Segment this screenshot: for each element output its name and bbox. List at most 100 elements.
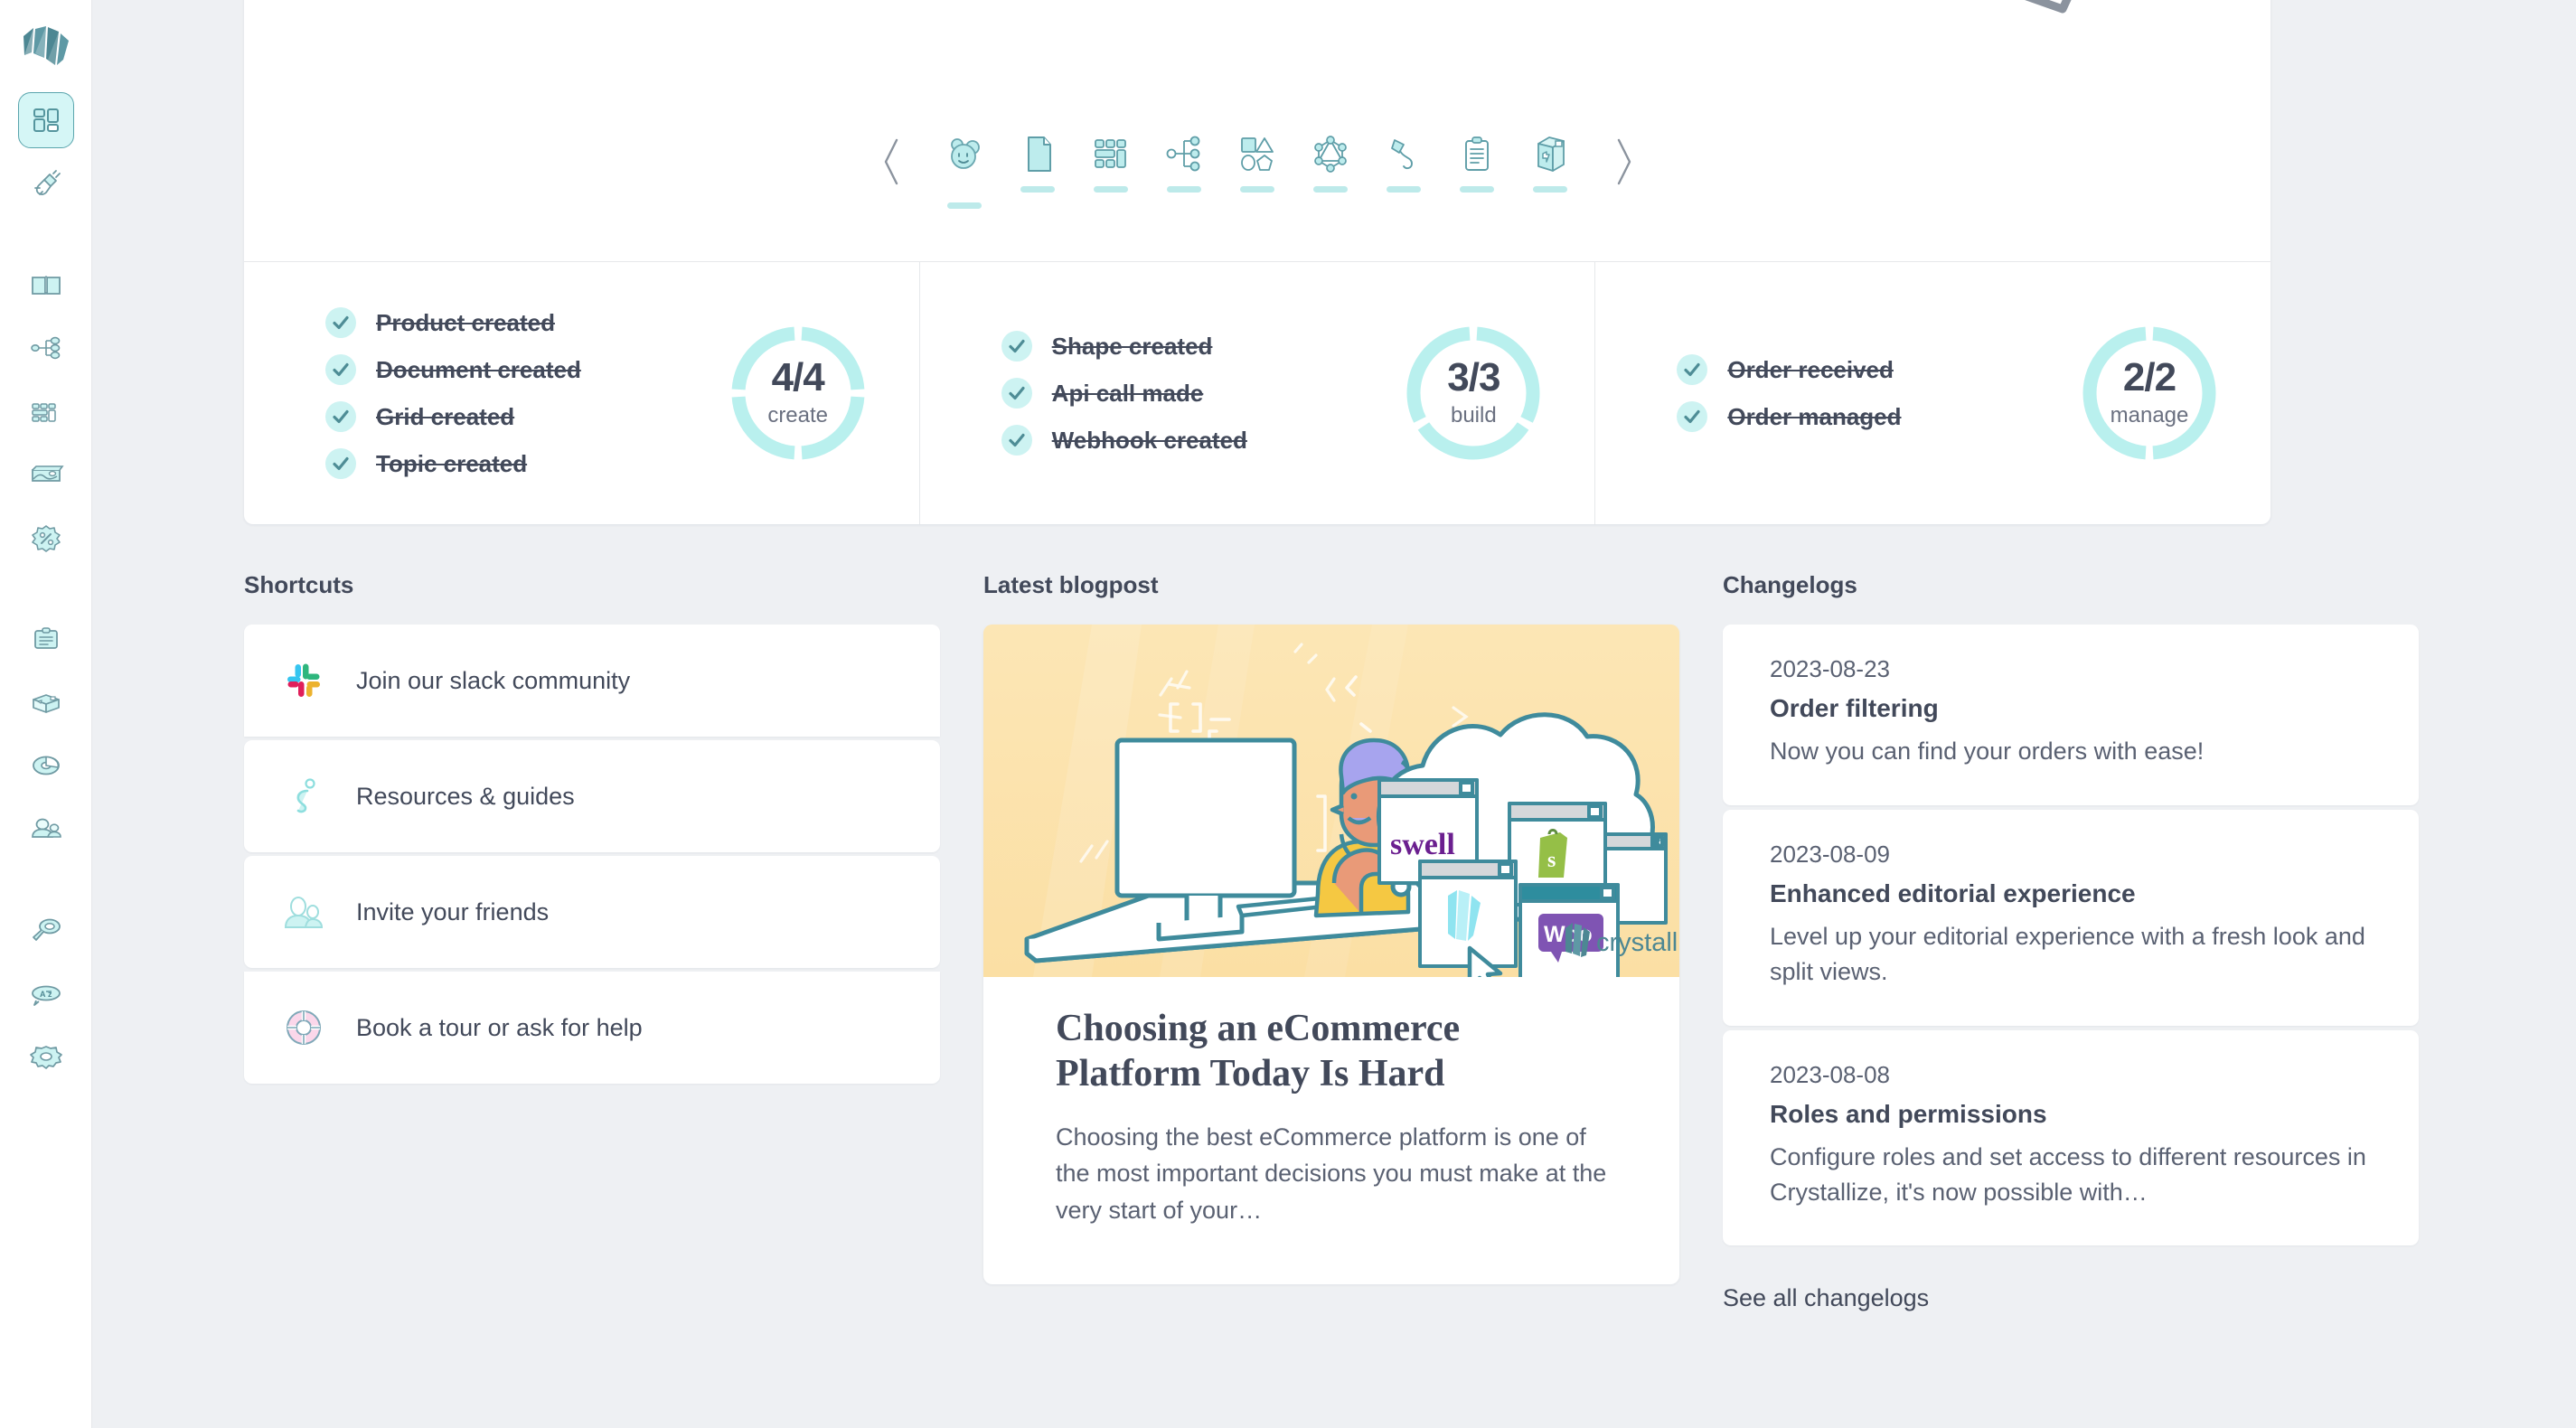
blogpost-card[interactable]: x swell s crystall Choosing an eCommerce… (983, 625, 1679, 1285)
onboarding-task[interactable]: Webhook created (1001, 425, 1400, 456)
onboarding-task[interactable]: Order managed (1677, 401, 2075, 432)
onboarding-task[interactable]: Document created (325, 354, 724, 385)
tab-graphql[interactable] (1294, 130, 1368, 193)
pie-chart-icon (32, 756, 60, 775)
sidebar-item-analytics[interactable] (18, 737, 74, 794)
blogpost-image: x swell s crystall (983, 625, 1679, 977)
sidebar-item-customers[interactable] (18, 801, 74, 857)
check-icon (1001, 378, 1032, 409)
blogpost-headline: Choosing an eCommerce Platform Today Is … (1056, 1008, 1461, 1095)
blogpost-section: Latest blogpost x swell s crystall Choos… (983, 571, 1679, 1312)
task-label: Product created (376, 308, 555, 336)
tab-grid[interactable] (1075, 130, 1148, 193)
tab-webhook[interactable] (1368, 130, 1441, 193)
onboarding-task[interactable]: Product created (325, 307, 724, 338)
discount-badge-icon (31, 525, 61, 552)
onboarding-column-manage: Order received Order managed 2/2 manage (1594, 262, 2270, 524)
chevron-right-icon (1617, 138, 1631, 185)
check-icon (1677, 401, 1708, 432)
shortcut-label: Resources & guides (356, 782, 575, 810)
sidebar-item-discounts[interactable] (18, 510, 74, 566)
life-ring-icon (282, 1006, 325, 1049)
changelog-description: Now you can find your orders with ease! (1770, 737, 2205, 765)
tab-product[interactable] (928, 130, 1001, 209)
onboarding-task[interactable]: Api call made (1001, 378, 1400, 409)
gear-icon (29, 1046, 62, 1069)
image-icon (31, 465, 64, 482)
sidebar-item-topics[interactable] (18, 320, 74, 376)
tab-shape[interactable] (1221, 130, 1294, 193)
question-mark-icon (282, 775, 325, 818)
sidebar-item-dashboard[interactable] (17, 92, 74, 148)
decorative-illustration (1954, 0, 2135, 77)
task-label: Document created (376, 355, 581, 383)
blogpost-title: Latest blogpost (983, 571, 1159, 598)
crystallize-logo[interactable] (18, 20, 74, 76)
progress-label: manage (2110, 403, 2189, 427)
sidebar-item-search[interactable] (18, 902, 74, 958)
onboarding-task[interactable]: Topic created (325, 448, 724, 479)
shortcuts-title: Shortcuts (244, 571, 354, 598)
progress-label: create (767, 403, 829, 427)
tab-indicator (1094, 186, 1128, 193)
changelog-description: Configure roles and set access to differ… (1770, 1142, 2366, 1206)
tab-indicator (1460, 186, 1494, 193)
shortcut-item-people[interactable]: Invite your friends (244, 856, 940, 968)
onboarding-column-create: Product created Document created Grid crea… (244, 262, 919, 524)
sidebar-item-shipping[interactable] (18, 674, 74, 730)
sidebar-item-translations[interactable]: A z (18, 965, 74, 1021)
check-icon (325, 401, 356, 432)
onboarding-task[interactable]: Shape created (1001, 331, 1400, 362)
task-label: Order received (1727, 355, 1894, 383)
task-list: Shape created Api call made Webhook create… (1001, 315, 1400, 472)
donut-center: 2/2 manage (2075, 319, 2223, 467)
changelog-item[interactable]: 2023-08-09 Enhanced editorial experience L… (1723, 809, 2419, 1026)
donut-center: 3/3 build (1399, 319, 1547, 467)
blogpost-excerpt: Choosing the best eCommerce platform is … (1056, 1123, 1607, 1224)
changelog-title: Roles and permissions (1770, 1099, 2047, 1128)
onboarding-task[interactable]: Order received (1677, 354, 2075, 385)
check-icon (325, 448, 356, 479)
see-all-changelogs-link[interactable]: See all changelogs (1723, 1284, 1929, 1312)
people-icon (31, 818, 61, 838)
progress-donut-build: 3/3 build (1399, 319, 1547, 467)
changelog-item[interactable]: 2023-08-08 Roles and permissions Configure… (1723, 1029, 2419, 1246)
tab-indicator (1533, 186, 1567, 193)
grid-icon (1090, 130, 1132, 177)
topic-tree-icon (30, 336, 60, 360)
product-face-icon (944, 130, 985, 177)
grid-layout-icon (31, 403, 56, 422)
sidebar-item-settings[interactable] (18, 1029, 74, 1085)
sidebar-item-orders[interactable] (18, 611, 74, 667)
sidebar-item-catalogue[interactable] (18, 257, 74, 313)
onboarding-task[interactable]: Grid created (325, 401, 724, 432)
sidebar-item-connections[interactable] (18, 155, 74, 211)
sidebar-item-media[interactable] (18, 446, 74, 503)
donut-center: 4/4 create (724, 319, 872, 467)
tab-next-button[interactable] (1603, 130, 1645, 193)
progress-donut-manage: 2/2 manage (2075, 319, 2223, 467)
changelog-title: Order filtering (1770, 694, 1939, 722)
clipboard-icon (33, 627, 58, 649)
changelog-item[interactable]: 2023-08-23 Order filtering Now you can fin… (1723, 625, 2419, 805)
task-label: Order managed (1727, 402, 1902, 430)
check-icon (325, 307, 356, 338)
main-content: Product created Document created Grid crea… (92, 0, 2576, 1428)
svg-text:swell: swell (1390, 828, 1455, 861)
task-label: Grid created (376, 402, 515, 430)
shortcut-item-slack[interactable]: Join our slack community (244, 625, 940, 737)
dashboard-grid-icon (33, 108, 59, 132)
tab-delivery[interactable] (1514, 130, 1587, 193)
tab-order[interactable] (1441, 130, 1514, 193)
package-box-icon (1529, 130, 1571, 177)
sidebar-item-grids[interactable] (18, 383, 74, 439)
magnifier-icon (32, 918, 61, 941)
tab-prev-button[interactable] (870, 130, 912, 193)
onboarding-panel: Product created Document created Grid crea… (244, 0, 2270, 524)
shortcut-item-question-mark[interactable]: Resources & guides (244, 740, 940, 852)
shortcut-item-life-ring[interactable]: Book a tour or ask for help (244, 972, 940, 1084)
progress-donut-create: 4/4 create (724, 319, 872, 467)
tab-document[interactable] (1001, 130, 1075, 193)
tab-topic[interactable] (1148, 130, 1221, 193)
onboarding-columns: Product created Document created Grid crea… (244, 262, 2270, 524)
